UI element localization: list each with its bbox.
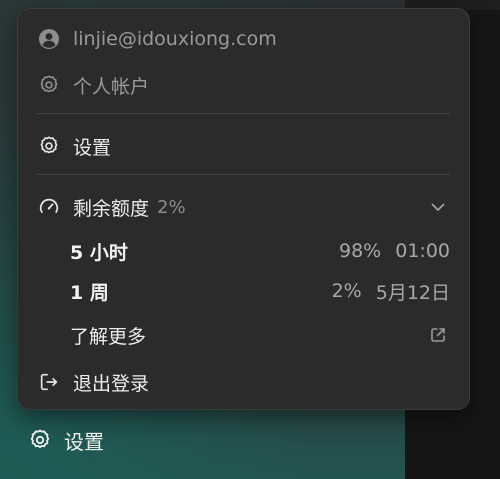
menu-divider [37,113,450,114]
quota-period: 1 周 [70,281,109,304]
sidebar-settings-button[interactable]: 设置 [28,420,104,460]
app-screen: linjie@idouxiong.com 个人帐户 设置 剩余额度 2% 5 小… [0,0,500,479]
user-circle-icon [37,27,61,51]
personal-account-item: 个人帐户 [18,65,469,105]
quota-toggle[interactable]: 剩余额度 2% [18,187,469,227]
quota-row-reset: 01:00 [395,240,450,262]
sidebar-settings-label: 设置 [64,429,104,454]
quota-period: 5 小时 [70,241,128,264]
quota-percent: 2% [157,196,186,218]
quota-label: 剩余额度 [73,197,150,220]
quota-row: 5 小时 98% 01:00 [18,231,469,271]
quota-row-percent: 2% [331,280,362,302]
external-link-icon [426,323,450,347]
settings-label: 设置 [73,136,112,159]
account-email-item: linjie@idouxiong.com [18,19,469,59]
speedometer-icon [37,195,61,219]
learn-more-item[interactable]: 了解更多 [18,315,469,355]
logout-label: 退出登录 [73,372,150,395]
account-email: linjie@idouxiong.com [73,28,277,50]
account-menu: linjie@idouxiong.com 个人帐户 设置 剩余额度 2% 5 小… [17,8,470,410]
quota-row-percent: 98% [339,240,382,262]
quota-row-reset: 5月12日 [375,281,450,304]
quota-row: 1 周 2% 5月12日 [18,271,469,311]
menu-divider [37,174,450,175]
learn-more-label: 了解更多 [70,325,147,348]
settings-menu-item[interactable]: 设置 [18,126,469,166]
logout-menu-item[interactable]: 退出登录 [18,362,469,402]
logout-icon [37,370,61,394]
gear-icon [28,428,52,452]
gear-icon [37,73,61,97]
personal-account-label: 个人帐户 [73,75,150,98]
chevron-down-icon [426,195,450,219]
gear-icon [37,134,61,158]
